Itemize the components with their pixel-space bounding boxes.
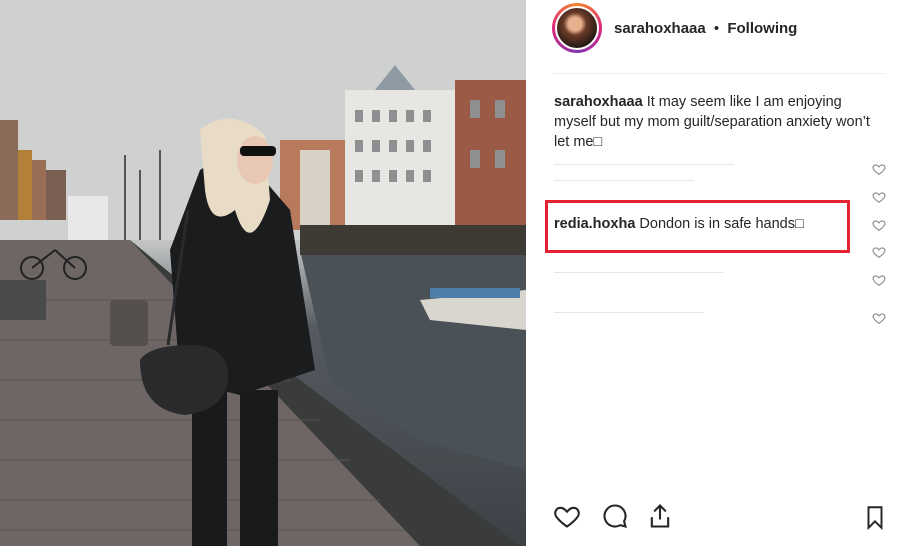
comment-like-heart-icon[interactable] xyxy=(872,218,886,232)
comment-like-heart-icon[interactable] xyxy=(872,162,886,176)
comment-like-heart-icon[interactable] xyxy=(872,311,886,325)
post-header: sarahoxhaaa • Following xyxy=(526,0,900,74)
comment-like-heart-icon[interactable] xyxy=(872,190,886,204)
post-caption: sarahoxhaaa It may seem like I am enjoyi… xyxy=(554,92,872,152)
header-separator: • xyxy=(713,20,720,37)
author-username[interactable]: sarahoxhaaa xyxy=(614,20,706,37)
redacted-comment xyxy=(554,180,694,181)
red-highlight-box xyxy=(545,200,850,253)
header-text: sarahoxhaaa • Following xyxy=(614,20,797,37)
header-divider xyxy=(552,73,886,74)
caption-username[interactable]: sarahoxhaaa xyxy=(554,94,643,110)
comment-bubble-icon[interactable] xyxy=(600,502,630,530)
share-upload-icon[interactable] xyxy=(646,502,674,530)
redacted-comment xyxy=(554,164,734,165)
follow-status-button[interactable]: Following xyxy=(727,20,797,37)
author-avatar[interactable] xyxy=(552,3,602,53)
heart-icon[interactable] xyxy=(552,502,582,530)
post-photo xyxy=(0,0,526,546)
comment-like-heart-icon[interactable] xyxy=(872,245,886,259)
comment-like-heart-icon[interactable] xyxy=(872,273,886,287)
redacted-comment xyxy=(554,272,724,273)
avatar-image xyxy=(555,6,599,50)
redacted-comment xyxy=(554,312,704,313)
post-action-bar xyxy=(526,502,900,542)
post-panel: sarahoxhaaa • Following sarahoxhaaa It m… xyxy=(526,0,900,546)
bookmark-icon[interactable] xyxy=(862,502,888,532)
